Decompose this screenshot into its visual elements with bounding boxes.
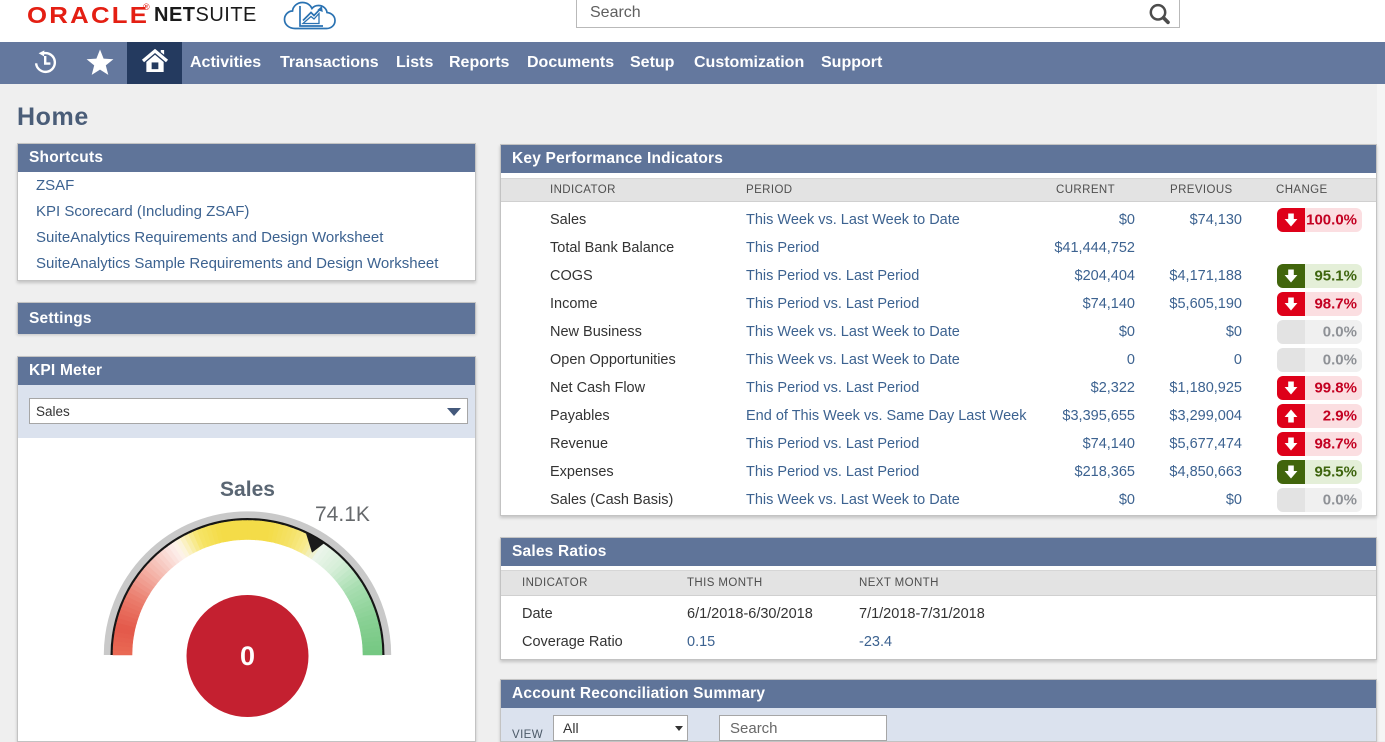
svg-text:Sales: Sales [220,478,275,501]
svg-text:74.1K: 74.1K [315,503,370,526]
svg-text:0: 0 [240,641,255,671]
